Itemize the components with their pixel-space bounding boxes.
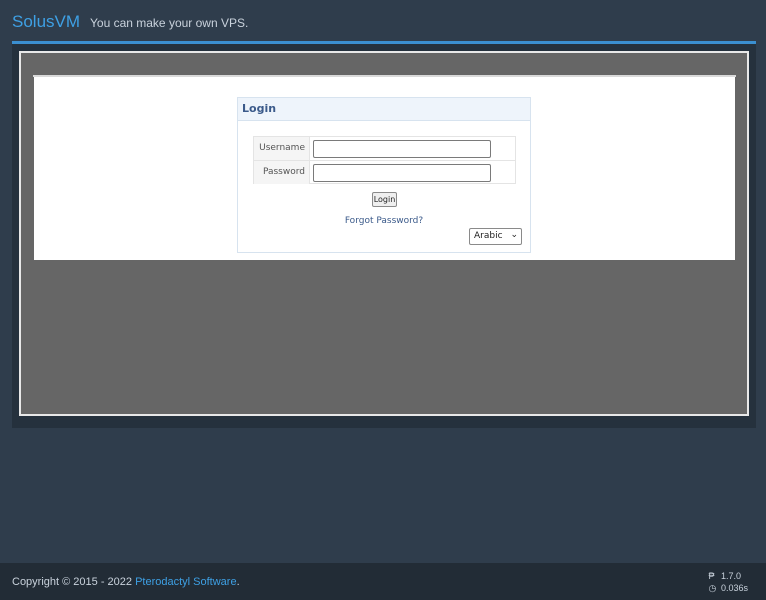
copyright-text: Copyright © 2015 - 2022 xyxy=(12,576,133,588)
password-row: Password xyxy=(254,161,515,185)
password-input[interactable] xyxy=(313,164,491,182)
forgot-password-text[interactable]: Forgot Password? xyxy=(345,216,423,226)
footer: Copyright © 2015 - 2022 Pterodactyl Soft… xyxy=(0,563,766,600)
login-button[interactable]: Login xyxy=(372,192,397,207)
username-row: Username xyxy=(254,137,515,161)
language-value: Arabic xyxy=(474,231,503,241)
copyright: Copyright © 2015 - 2022 Pterodactyl Soft… xyxy=(12,576,240,588)
login-title: Login xyxy=(238,98,530,121)
version-line: ₱ 1.7.0 xyxy=(708,570,748,582)
footer-meta: ₱ 1.7.0 ◷ 0.036s xyxy=(708,570,748,594)
version-text: 1.7.0 xyxy=(720,571,741,581)
tagline: You can make your own VPS. xyxy=(90,16,249,30)
version-icon: ₱ xyxy=(708,571,715,581)
login-box: Login Username Password Login Forgot Pas… xyxy=(237,97,531,253)
load-time-text: 0.036s xyxy=(720,583,748,593)
header: SolusVM You can make your own VPS. xyxy=(0,0,766,44)
company-link[interactable]: Pterodactyl Software xyxy=(135,576,237,588)
forgot-password-link: Forgot Password? xyxy=(238,216,530,226)
copyright-suffix: . xyxy=(236,576,240,588)
username-label: Username xyxy=(254,137,310,160)
chevron-down-icon: ⌄ xyxy=(510,230,518,240)
load-time-line: ◷ 0.036s xyxy=(708,582,748,594)
language-select[interactable]: Arabic ⌄ xyxy=(469,228,522,245)
clock-icon: ◷ xyxy=(708,583,717,593)
login-form: Username Password xyxy=(253,136,516,184)
password-label: Password xyxy=(254,161,310,184)
brand-logo[interactable]: SolusVM xyxy=(12,12,80,32)
username-input[interactable] xyxy=(313,140,491,158)
